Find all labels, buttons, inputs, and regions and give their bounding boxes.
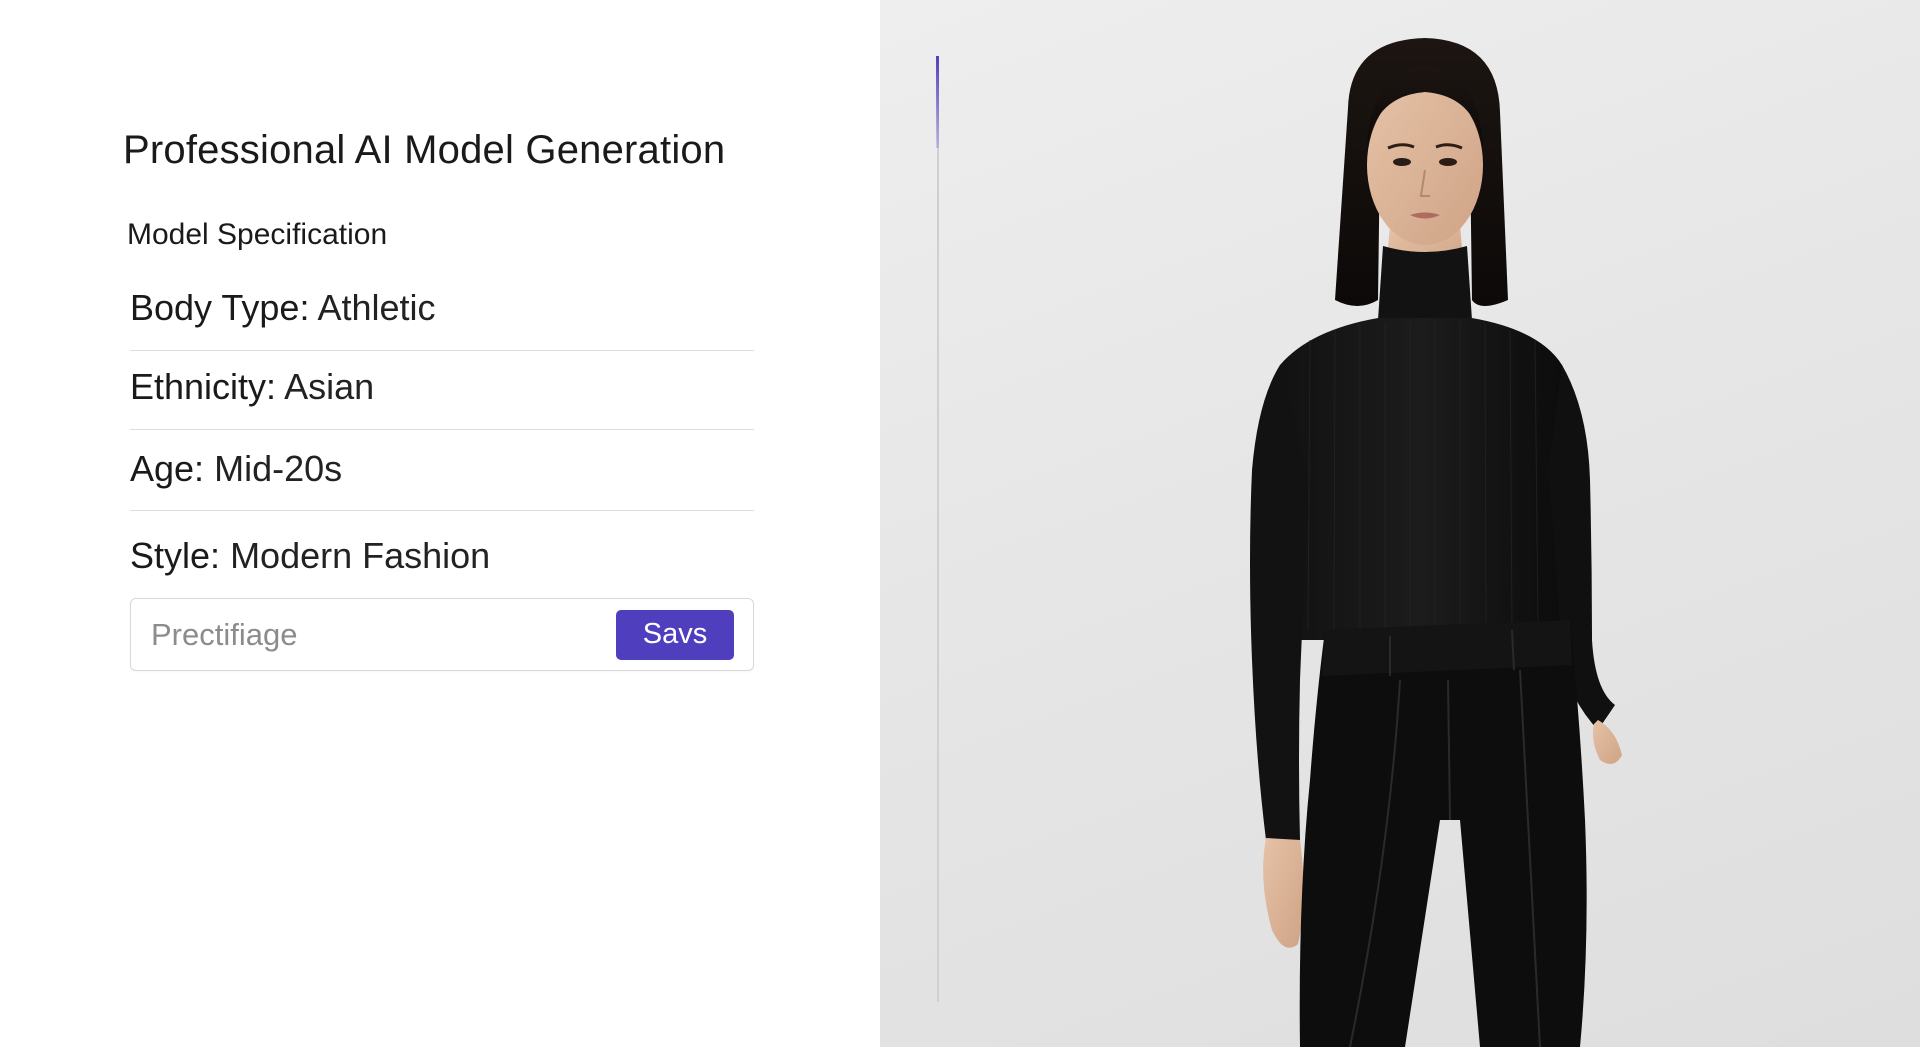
- spec-row-age: Age: Mid-20s: [130, 448, 754, 490]
- spec-row-body-type: Body Type: Athletic: [130, 287, 754, 329]
- row-divider: [130, 429, 754, 430]
- row-divider: [130, 350, 754, 351]
- spec-key: Body Type:: [130, 287, 310, 328]
- spec-value: Asian: [284, 366, 375, 407]
- spec-value: Athletic: [317, 287, 436, 328]
- spec-key: Age:: [130, 448, 205, 489]
- section-label: Model Specification: [127, 218, 388, 251]
- model-preview-image: [1250, 38, 1622, 1047]
- row-divider: [130, 510, 754, 511]
- trousers-shape: [1299, 620, 1587, 1047]
- spec-row-ethnicity: Ethnicity: Asian: [130, 366, 754, 408]
- model-preview-panel: [880, 0, 1920, 1047]
- spec-value: Modern Fashion: [230, 535, 491, 576]
- save-button[interactable]: Savs: [616, 609, 734, 660]
- spec-row-style: Style: Modern Fashion: [130, 535, 754, 577]
- app-window: Professional AI Model Generation Model S…: [0, 0, 1920, 1047]
- sweater-shape: [1264, 318, 1581, 640]
- prompt-bar: Savs: [130, 598, 754, 671]
- prompt-input[interactable]: [151, 616, 591, 653]
- spec-value: Mid-20s: [214, 448, 343, 489]
- specification-panel: Professional AI Model Generation Model S…: [0, 0, 880, 1047]
- page-title: Professional AI Model Generation: [123, 128, 726, 172]
- spec-key: Style:: [130, 535, 221, 576]
- spec-key: Ethnicity:: [130, 366, 277, 407]
